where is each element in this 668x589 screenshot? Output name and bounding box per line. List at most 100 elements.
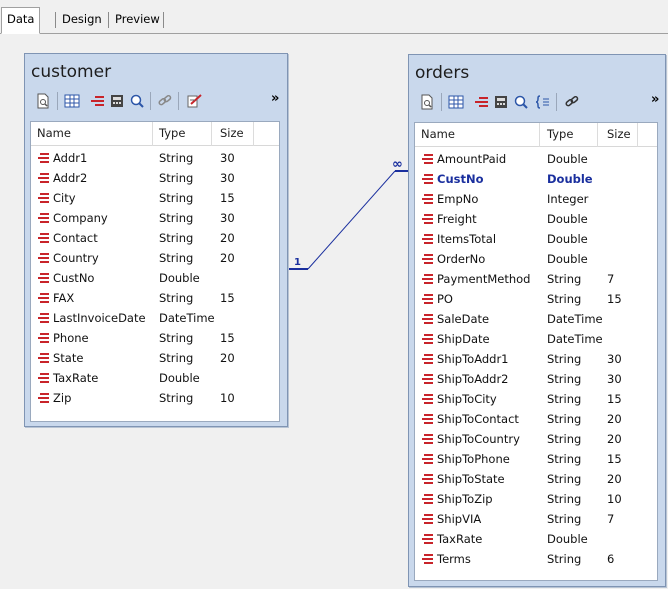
toolbar-separator: [57, 92, 58, 110]
link-icon[interactable]: [155, 91, 175, 111]
field-name: Freight: [437, 212, 477, 226]
grid-header: Name Type Size: [31, 122, 279, 146]
field-row[interactable]: OrderNo Double: [415, 249, 657, 269]
toolbar-separator: [441, 93, 442, 111]
field-icon: [35, 173, 49, 183]
field-row[interactable]: ItemsTotal Double: [415, 229, 657, 249]
field-row[interactable]: Terms String 6: [415, 549, 657, 569]
field-row[interactable]: ShipDate DateTime: [415, 329, 657, 349]
field-type: DateTime: [547, 332, 603, 346]
field-row[interactable]: Company String 30: [31, 208, 279, 228]
field-row[interactable]: ShipToPhone String 15: [415, 449, 657, 469]
field-name: EmpNo: [437, 192, 479, 206]
field-name: Addr2: [53, 171, 88, 185]
field-row[interactable]: ShipToCity String 15: [415, 389, 657, 409]
table-title: customer: [31, 62, 112, 82]
column-divider: [211, 122, 212, 146]
field-type: String: [547, 552, 582, 566]
new-icon[interactable]: [33, 91, 53, 111]
column-header-size[interactable]: Size: [607, 127, 631, 141]
field-row[interactable]: AmountPaid Double: [415, 149, 657, 169]
field-row[interactable]: Addr2 String 30: [31, 168, 279, 188]
tab-data[interactable]: Data: [1, 7, 41, 34]
field-row[interactable]: ShipToZip String 10: [415, 489, 657, 509]
field-icon: [35, 313, 49, 323]
field-row[interactable]: State String 20: [31, 348, 279, 368]
field-row[interactable]: ShipToCountry String 20: [415, 429, 657, 449]
column-header-name[interactable]: Name: [37, 126, 71, 140]
field-size: 30: [220, 171, 235, 185]
search-icon[interactable]: [127, 91, 147, 111]
field-name: ItemsTotal: [437, 232, 497, 246]
new-icon[interactable]: [417, 92, 437, 112]
grid-icon[interactable]: [446, 92, 466, 112]
field-row[interactable]: ShipToState String 20: [415, 469, 657, 489]
field-row[interactable]: CustNo Double: [415, 169, 657, 189]
tab-preview[interactable]: Preview: [110, 8, 165, 34]
column-divider: [637, 123, 638, 147]
field-row[interactable]: Zip String 10: [31, 388, 279, 408]
field-icon: [419, 534, 433, 544]
grid-icon[interactable]: [62, 91, 82, 111]
toolbar-separator: [150, 92, 151, 110]
field-row[interactable]: Country String 20: [31, 248, 279, 268]
field-type: Integer: [547, 192, 589, 206]
column-header-type[interactable]: Type: [547, 127, 573, 141]
column-divider: [253, 122, 254, 146]
field-name: CustNo: [53, 271, 95, 285]
braces-icon[interactable]: [533, 92, 553, 112]
column-divider: [539, 123, 540, 147]
fields-icon[interactable]: [471, 92, 491, 112]
field-row[interactable]: TaxRate Double: [31, 368, 279, 388]
field-row[interactable]: EmpNo Integer: [415, 189, 657, 209]
field-size: 20: [607, 432, 622, 446]
field-row[interactable]: CustNo Double: [31, 268, 279, 288]
field-icon: [419, 254, 433, 264]
field-type: String: [547, 472, 582, 486]
field-row[interactable]: ShipToContact String 20: [415, 409, 657, 429]
tab-separator: [55, 12, 56, 28]
field-row[interactable]: ShipToAddr2 String 30: [415, 369, 657, 389]
query-design-canvas[interactable]: 1 ∞ customer » Name Type Size Addr1 Stri…: [10, 37, 668, 589]
field-row[interactable]: PaymentMethod String 7: [415, 269, 657, 289]
field-name: ShipVIA: [437, 512, 482, 526]
field-row[interactable]: FAX String 15: [31, 288, 279, 308]
field-row[interactable]: Freight Double: [415, 209, 657, 229]
column-header-type[interactable]: Type: [159, 126, 185, 140]
field-row[interactable]: ShipToAddr1 String 30: [415, 349, 657, 369]
field-name: Terms: [437, 552, 471, 566]
link-icon[interactable]: [562, 92, 582, 112]
field-type: String: [547, 512, 582, 526]
field-row[interactable]: Contact String 20: [31, 228, 279, 248]
tab-separator: [108, 12, 109, 28]
field-type: Double: [547, 172, 593, 186]
field-row[interactable]: SaleDate DateTime: [415, 309, 657, 329]
tab-bar: Data Design Preview: [0, 0, 668, 37]
field-row[interactable]: City String 15: [31, 188, 279, 208]
field-row[interactable]: Phone String 15: [31, 328, 279, 348]
table-window-orders[interactable]: orders » Name Type Size AmountPaid Doubl…: [408, 54, 666, 587]
field-name: ShipToAddr2: [437, 372, 509, 386]
tab-design[interactable]: Design: [57, 8, 107, 34]
table-toolbar: »: [415, 91, 661, 117]
field-icon: [419, 194, 433, 204]
calculator-icon[interactable]: [491, 92, 511, 112]
toolbar-overflow-button[interactable]: »: [271, 91, 279, 106]
field-type: String: [547, 292, 582, 306]
table-window-customer[interactable]: customer » Name Type Size Addr1 String 3…: [24, 53, 288, 427]
field-icon: [419, 294, 433, 304]
field-row[interactable]: ShipVIA String 7: [415, 509, 657, 529]
field-row[interactable]: PO String 15: [415, 289, 657, 309]
toolbar-overflow-button[interactable]: »: [651, 92, 659, 107]
field-type: String: [547, 372, 582, 386]
fields-icon[interactable]: [87, 91, 107, 111]
field-row[interactable]: LastInvoiceDate DateTime: [31, 308, 279, 328]
field-row[interactable]: TaxRate Double: [415, 529, 657, 549]
field-size: 20: [220, 251, 235, 265]
calculator-icon[interactable]: [107, 91, 127, 111]
column-header-name[interactable]: Name: [421, 127, 455, 141]
field-row[interactable]: Addr1 String 30: [31, 148, 279, 168]
edit-icon[interactable]: [185, 91, 205, 111]
search-icon[interactable]: [511, 92, 531, 112]
column-header-size[interactable]: Size: [220, 126, 244, 140]
